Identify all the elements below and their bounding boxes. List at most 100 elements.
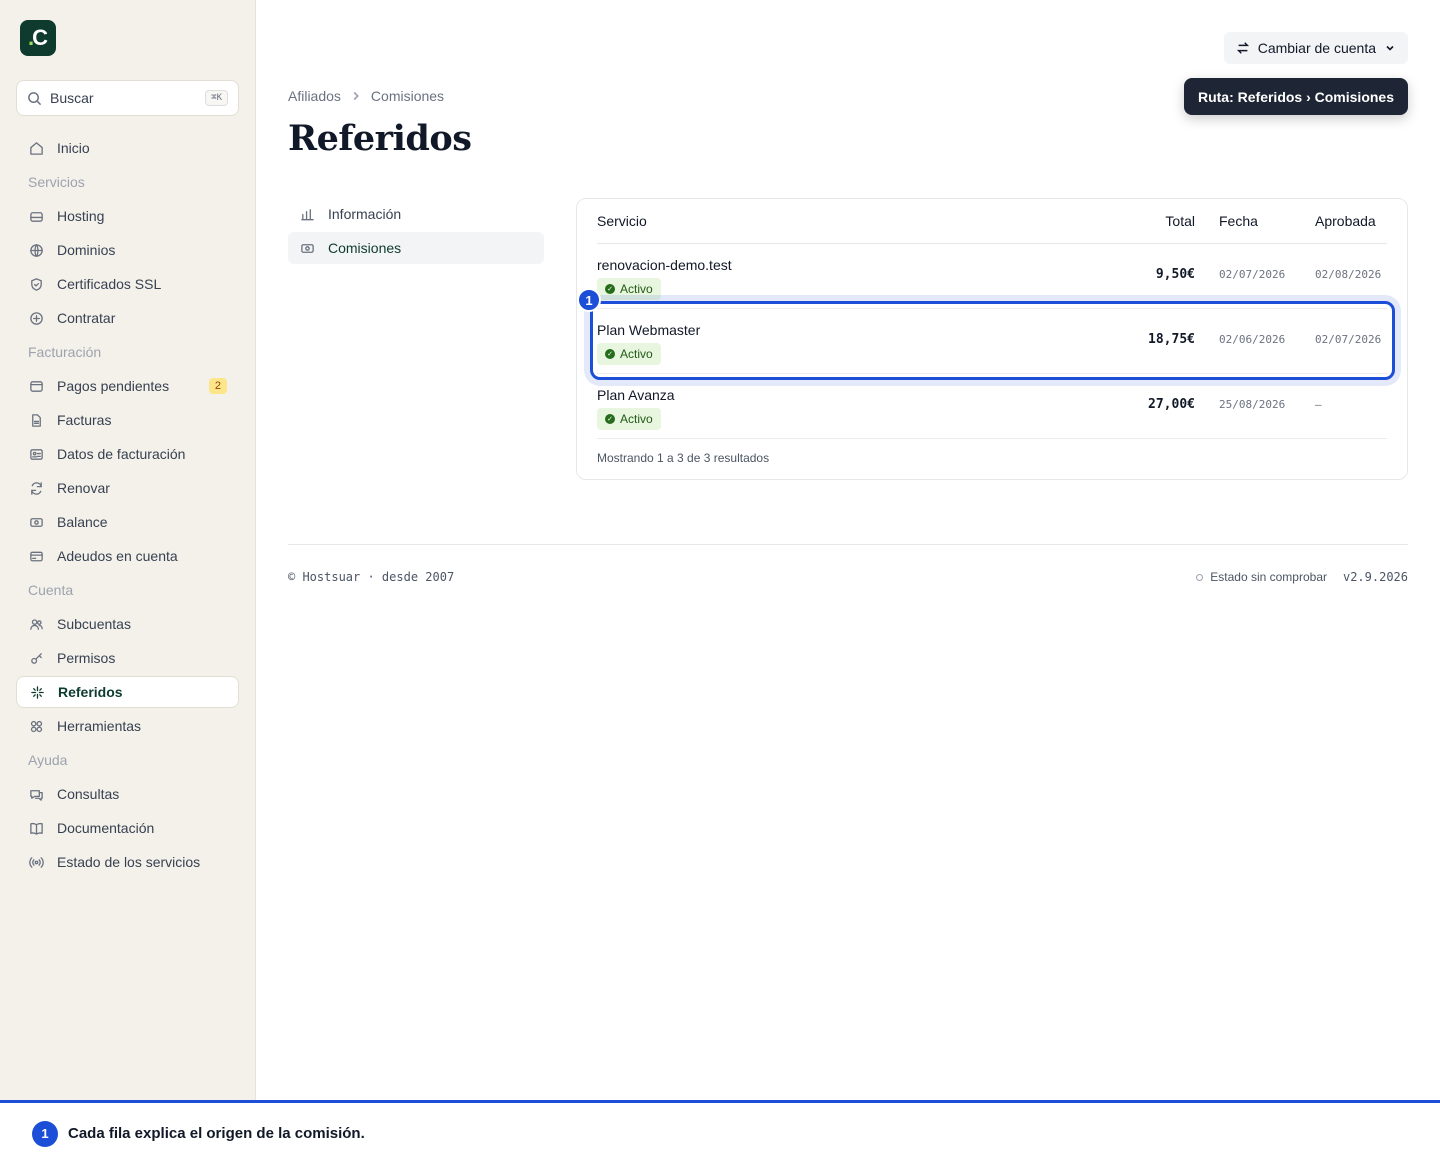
sidebar-item-consultas[interactable]: Consultas: [16, 778, 239, 810]
breadcrumb-comisiones[interactable]: Comisiones: [371, 88, 444, 104]
sidebar-item-dominios[interactable]: Dominios: [16, 234, 239, 266]
sidebar-item-renovar[interactable]: Renovar: [16, 472, 239, 504]
sidebar-item-label: Referidos: [58, 684, 123, 700]
check-circle-icon: ✓: [605, 414, 615, 424]
banknote-icon: [301, 243, 314, 253]
server-icon-wrap: [28, 208, 44, 224]
sidebar-item-label: Datos de facturación: [57, 446, 186, 462]
version: v2.9.2026: [1342, 570, 1408, 584]
breadcrumb-afiliados[interactable]: Afiliados: [288, 88, 341, 104]
wallet-icon: [29, 380, 43, 392]
footer-divider: [288, 544, 1408, 545]
plus-circle-icon: [29, 311, 43, 325]
sidebar-item-inicio[interactable]: Inicio: [16, 132, 239, 164]
subnav-item-comisiones[interactable]: Comisiones: [288, 232, 544, 264]
sidebar-item-label: Herramientas: [57, 718, 142, 734]
chevron-down-icon: [1386, 45, 1394, 51]
subnav-item-label: Información: [328, 206, 402, 222]
home-icon: [29, 141, 43, 155]
sidebar-item-certificados-ssl[interactable]: Certificados SSL: [16, 268, 239, 300]
sidebar-item-adeudos-en-cuenta[interactable]: Adeudos en cuenta: [16, 540, 239, 572]
sidebar-item-herramientas[interactable]: Herramientas: [16, 710, 239, 742]
logo[interactable]: .C: [20, 20, 56, 56]
search-placeholder: Buscar: [50, 90, 94, 106]
status-badge: ✓ Activo: [597, 408, 661, 430]
grid-icon: [30, 720, 42, 732]
sidebar-section-label: Servicios: [28, 174, 85, 190]
sidebar-item-datos-de-facturación[interactable]: Datos de facturación: [16, 438, 239, 470]
refresh-icon: [30, 481, 42, 495]
sidebar-section-label: Cuenta: [28, 582, 74, 598]
status-label: Activo: [620, 412, 653, 426]
chat-icon: [29, 789, 43, 801]
commission-date: 02/07/2026: [1219, 268, 1286, 281]
subnav-item-información[interactable]: Información: [288, 198, 544, 230]
service-status[interactable]: Estado sin comprobar: [1196, 570, 1327, 584]
sidebar-item-contratar[interactable]: Contratar: [16, 302, 239, 334]
service-name: Plan Avanza: [597, 387, 675, 403]
switch-account-label: Cambiar de cuenta: [1257, 40, 1376, 56]
credit-card-icon: [29, 551, 43, 561]
sidebar-item-permisos[interactable]: Permisos: [16, 642, 239, 674]
key-icon-wrap: [28, 650, 44, 666]
book-icon-wrap: [28, 820, 44, 836]
refresh-icon-wrap: [28, 480, 44, 496]
sidebar-section-cuenta: Cuenta: [16, 574, 239, 606]
status-badge: ✓ Activo: [597, 278, 661, 300]
banknote-icon: [29, 517, 43, 527]
sidebar-item-estado-de-los-servicios[interactable]: Estado de los servicios: [16, 846, 239, 878]
sidebar-item-hosting[interactable]: Hosting: [16, 200, 239, 232]
switch-account-button[interactable]: Cambiar de cuenta: [1223, 32, 1408, 64]
commissions-table: Servicio Total Fecha Aprobada renovacion…: [576, 198, 1408, 480]
file-icon-wrap: [28, 412, 44, 428]
sidebar-item-label: Certificados SSL: [57, 276, 162, 292]
chart-icon-wrap: [300, 207, 316, 222]
status-label: Activo: [620, 282, 653, 296]
sidebar-item-label: Hosting: [57, 208, 105, 224]
table-row[interactable]: renovacion-demo.test ✓ Activo 9,50€ 02/07/20…: [597, 244, 1387, 309]
table-footer: Mostrando 1 a 3 de 3 resultados: [597, 451, 770, 465]
sidebar-item-referidos[interactable]: Referidos: [16, 676, 239, 708]
annotation-legend-number: 1: [32, 1120, 58, 1147]
sidebar-item-label: Documentación: [57, 820, 155, 836]
status-circle-icon: [1196, 573, 1204, 581]
search-shortcut: ⌘K: [205, 90, 228, 106]
broadcast-icon-wrap: [28, 854, 44, 870]
sidebar-item-label: Inicio: [57, 140, 90, 156]
page-title: Referidos: [288, 118, 472, 159]
users-icon-wrap: [28, 616, 44, 632]
annotation-marker: 1: [577, 288, 601, 312]
sidebar-item-label: Facturas: [57, 412, 112, 428]
sidebar-nav: Inicio Servicios Hosting Dominios Certificad…: [16, 132, 239, 880]
commission-total: 18,75€: [1148, 332, 1195, 347]
copyright: © Hostsuar · desde 2007: [288, 570, 455, 584]
sidebar-item-label: Contratar: [57, 310, 116, 326]
search-input[interactable]: Buscar ⌘K: [16, 80, 239, 116]
approved-date: 02/07/2026: [1315, 333, 1382, 346]
pending-count-badge: 2: [208, 378, 227, 394]
sidebar-item-balance[interactable]: Balance: [16, 506, 239, 538]
sidebar-item-pagos-pendientes[interactable]: Pagos pendientes 2: [16, 370, 239, 402]
annotation-legend-text: Cada fila explica el origen de la comisi…: [68, 1125, 365, 1142]
credit-card-icon-wrap: [28, 548, 44, 564]
sidebar-item-subcuentas[interactable]: Subcuentas: [16, 608, 239, 640]
status-label: Activo: [620, 347, 653, 361]
service-name: renovacion-demo.test: [597, 257, 732, 273]
commission-total: 27,00€: [1148, 397, 1195, 412]
annotation-legend: 1 Cada fila explica el origen de la comi…: [0, 1100, 1440, 1164]
service-status-label: Estado sin comprobar: [1210, 570, 1327, 584]
sidebar-item-label: Subcuentas: [57, 616, 131, 632]
id-card-icon: [29, 448, 43, 460]
sidebar-item-documentación[interactable]: Documentación: [16, 812, 239, 844]
grid-icon-wrap: [28, 718, 44, 734]
sidebar-item-facturas[interactable]: Facturas: [16, 404, 239, 436]
table-row[interactable]: Plan Avanza ✓ Activo 27,00€ 25/08/2026 —: [597, 374, 1387, 439]
check-circle-icon: ✓: [605, 284, 615, 294]
column-total: Total: [1165, 213, 1195, 229]
sidebar-section-ayuda: Ayuda: [16, 744, 239, 776]
table-row[interactable]: Plan Webmaster ✓ Activo 18,75€ 02/06/2026 02/…: [597, 309, 1387, 374]
globe-icon: [29, 243, 43, 257]
sidebar-section-label: Ayuda: [28, 752, 68, 768]
commission-date: 25/08/2026: [1219, 398, 1286, 411]
sidebar-item-label: Adeudos en cuenta: [57, 548, 178, 564]
